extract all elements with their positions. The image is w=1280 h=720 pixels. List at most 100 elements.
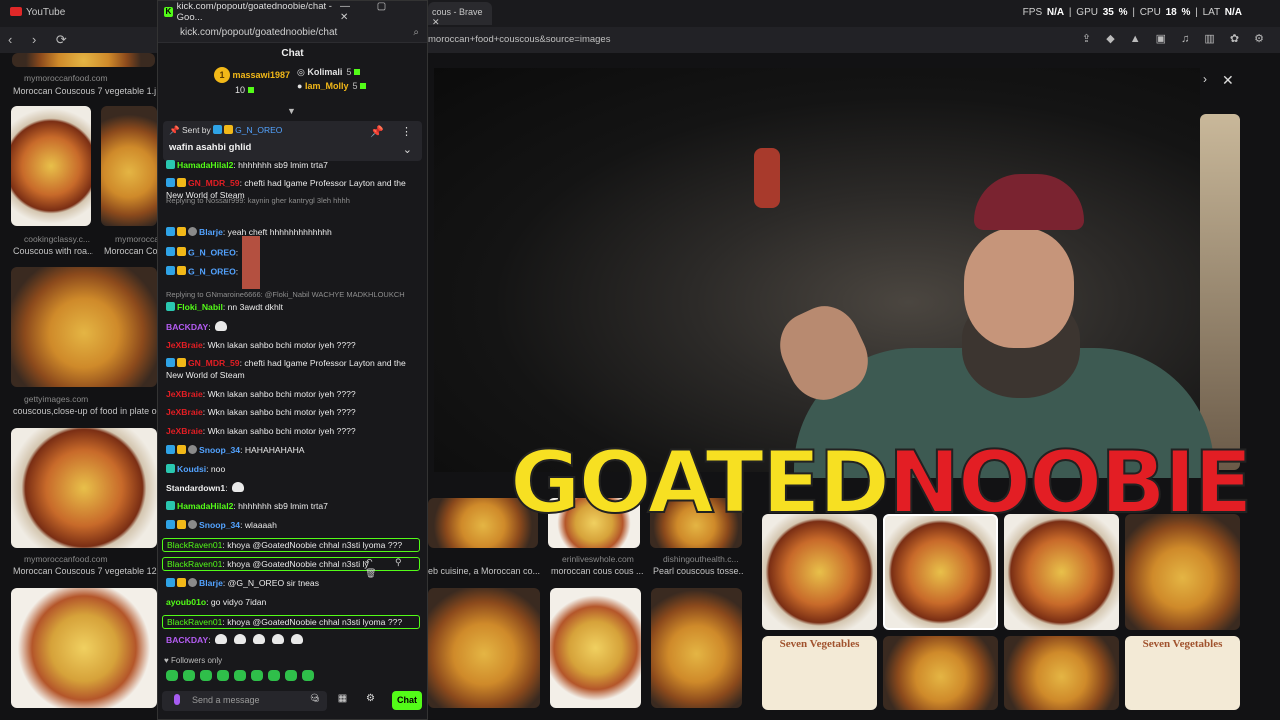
chat-username[interactable]: GN_MDR_59 bbox=[188, 358, 240, 368]
reply-context: Replying to GNmaroine6666: @Floki_Nabil … bbox=[166, 290, 405, 299]
chat-message[interactable]: Floki_Nabil: nn 3awdt dkhlt bbox=[166, 301, 421, 313]
chat-username[interactable]: JeXBraie bbox=[166, 340, 203, 350]
tab-youtube[interactable]: YouTube bbox=[10, 7, 65, 18]
leader-1[interactable]: 1 massawi1987 bbox=[214, 67, 290, 83]
image-thumb[interactable] bbox=[101, 106, 157, 226]
chat-message[interactable]: JeXBraie: Wkn lakan sahbo bchi motor iye… bbox=[166, 425, 421, 437]
popout-titlebar: K kick.com/popout/goatednoobie/chat - Go… bbox=[158, 1, 427, 23]
chat-username[interactable]: JeXBraie bbox=[166, 407, 203, 417]
image-thumb[interactable]: Seven Vegetables bbox=[1125, 636, 1240, 710]
send-chat-button[interactable]: Chat bbox=[392, 691, 422, 710]
image-thumb[interactable] bbox=[11, 588, 157, 708]
chat-message[interactable]: HamadaHilal2: hhhhhhh sb9 lmim trta7 bbox=[166, 159, 421, 171]
chat-message[interactable]: Snoop_34: wlaaaah bbox=[166, 519, 421, 531]
chat-message[interactable]: BACKDAY: bbox=[166, 321, 421, 333]
emote-icon[interactable] bbox=[268, 670, 280, 681]
chat-tools[interactable]: ⚇ ▦ ⚙ bbox=[310, 693, 383, 704]
chat-message[interactable]: JeXBraie: Wkn lakan sahbo bchi motor iye… bbox=[166, 339, 421, 351]
chat-message[interactable]: GN_MDR_59: chefti had lgame Professor La… bbox=[166, 357, 421, 381]
close-icon[interactable]: ✕ bbox=[1222, 72, 1234, 89]
collapse-icon[interactable]: ▼ bbox=[287, 106, 296, 116]
chat-message[interactable]: JeXBraie: Wkn lakan sahbo bchi motor iye… bbox=[166, 406, 421, 418]
chat-username[interactable]: ayoub01o bbox=[166, 597, 206, 607]
image-thumb[interactable] bbox=[12, 53, 155, 67]
emote-icon[interactable] bbox=[217, 670, 229, 681]
chat-message[interactable]: Snoop_34: HAHAHAHAHA bbox=[166, 444, 421, 456]
chat-message[interactable]: Koudsi: noo bbox=[166, 463, 421, 475]
chat-username[interactable]: HamadaHilal2 bbox=[177, 501, 233, 511]
chat-message[interactable]: ayoub01o: go vidyo 7idan bbox=[166, 596, 421, 608]
chat-username[interactable]: Blarje bbox=[199, 578, 223, 588]
image-thumb[interactable] bbox=[883, 636, 998, 710]
message-input[interactable]: Send a message ☺ bbox=[162, 691, 327, 711]
chat-message[interactable]: Standardown1: bbox=[166, 482, 421, 494]
image-thumb[interactable]: Seven Vegetables bbox=[762, 636, 877, 710]
message-actions[interactable]: ↶ ⚲ 🗑 bbox=[365, 557, 427, 579]
chat-username[interactable]: HamadaHilal2 bbox=[177, 160, 233, 170]
emote-icon[interactable] bbox=[234, 670, 246, 681]
chat-username[interactable]: BlackRaven01 bbox=[167, 617, 222, 627]
chat-message[interactable]: BlackRaven01: khoya @GoatedNoobie chhal … bbox=[162, 538, 420, 552]
image-thumb[interactable] bbox=[651, 588, 742, 708]
reply-context: Replying to Nossair999: kaynin gher kant… bbox=[166, 196, 350, 205]
pin-icon[interactable]: 📌 bbox=[370, 125, 384, 138]
popout-url-bar[interactable]: kick.com/popout/goatednoobie/chat ⌕ bbox=[158, 23, 427, 43]
chat-username[interactable]: BlackRaven01 bbox=[167, 559, 222, 569]
badge-icon bbox=[166, 578, 175, 587]
chat-text: : bbox=[235, 266, 239, 277]
chat-username[interactable]: JeXBraie bbox=[166, 426, 203, 436]
emote-icon[interactable] bbox=[166, 670, 178, 681]
chat-text: : HAHAHAHAHA bbox=[240, 445, 305, 455]
address-bar[interactable]: moroccan+food+couscous&source=images bbox=[428, 34, 610, 45]
image-thumb[interactable] bbox=[11, 428, 157, 548]
chat-username[interactable]: GN_MDR_59 bbox=[188, 178, 240, 188]
window-controls[interactable]: — ▢ ✕ bbox=[340, 1, 421, 23]
leader-2[interactable]: ◎ Kolimali 5 bbox=[297, 67, 361, 78]
chat-username[interactable]: Floki_Nabil bbox=[177, 302, 223, 312]
chat-username[interactable]: BlackRaven01 bbox=[167, 540, 222, 550]
chat-username[interactable]: BACKDAY bbox=[166, 322, 208, 332]
image-thumb[interactable] bbox=[11, 267, 157, 387]
chat-username[interactable]: Koudsi bbox=[177, 464, 206, 474]
badge-icon bbox=[177, 358, 186, 367]
badge-icon bbox=[166, 266, 175, 276]
search-icon[interactable]: ⌕ bbox=[413, 27, 419, 38]
emote-icon[interactable] bbox=[302, 670, 314, 681]
emote-icon[interactable] bbox=[183, 670, 195, 681]
next-arrow-icon[interactable]: › bbox=[1203, 72, 1207, 86]
chat-message[interactable]: HamadaHilal2: hhhhhhh sb9 lmim trta7 bbox=[166, 500, 421, 512]
tab-brave-search[interactable]: cous - Brave ✕ bbox=[428, 2, 492, 27]
chat-username[interactable]: Snoop_34 bbox=[199, 520, 240, 530]
emote-icon[interactable] bbox=[251, 670, 263, 681]
browser-tools[interactable]: ⇪ ◆ ▲ ▣ ♫ ▥ ✿ ⚙ bbox=[1082, 32, 1270, 45]
chat-username[interactable]: Standardown1 bbox=[166, 483, 225, 493]
chat-username[interactable]: Snoop_34 bbox=[199, 445, 240, 455]
nav-buttons[interactable]: ‹ › ⟳ bbox=[8, 32, 75, 48]
badge-icon bbox=[166, 445, 175, 454]
emote-icon[interactable] bbox=[200, 670, 212, 681]
chat-username[interactable]: JeXBraie bbox=[166, 389, 203, 399]
chat-message[interactable]: BACKDAY: bbox=[166, 634, 421, 646]
chevron-down-icon[interactable]: ⌄ bbox=[403, 143, 412, 156]
badge-icon bbox=[177, 445, 186, 454]
channel-logo: GOATEDNOOBIE bbox=[509, 433, 1254, 533]
chat-username[interactable]: G_N_OREO bbox=[188, 266, 236, 276]
streamer-face bbox=[964, 228, 1074, 348]
image-thumb[interactable] bbox=[428, 588, 540, 708]
chat-text: : khoya @GoatedNoobie chhal n3sti lyoma … bbox=[222, 540, 403, 550]
chat-message[interactable]: G_N_OREO: bbox=[166, 255, 421, 289]
chat-text: : khoya @GoatedNoobie chhal n3sti lyoma … bbox=[222, 617, 403, 627]
more-icon[interactable]: ⋮ bbox=[401, 125, 412, 138]
emote-icon[interactable] bbox=[285, 670, 297, 681]
chat-username[interactable]: BACKDAY bbox=[166, 635, 208, 645]
image-thumb[interactable] bbox=[11, 106, 91, 226]
leader-3[interactable]: ● Iam_Molly 5 bbox=[297, 81, 367, 91]
chat-message[interactable]: JeXBraie: Wkn lakan sahbo bchi motor iye… bbox=[166, 388, 421, 400]
microphone-icon[interactable] bbox=[174, 694, 180, 705]
emote-bar[interactable] bbox=[166, 670, 314, 681]
preview-image[interactable] bbox=[1200, 114, 1240, 470]
image-thumb[interactable] bbox=[550, 588, 641, 708]
image-thumb[interactable] bbox=[1004, 636, 1119, 710]
pinned-message[interactable]: 📌 Sent by G_N_OREO wafin asahbi ghlid 📌 … bbox=[163, 121, 422, 161]
chat-message[interactable]: BlackRaven01: khoya @GoatedNoobie chhal … bbox=[162, 615, 420, 629]
